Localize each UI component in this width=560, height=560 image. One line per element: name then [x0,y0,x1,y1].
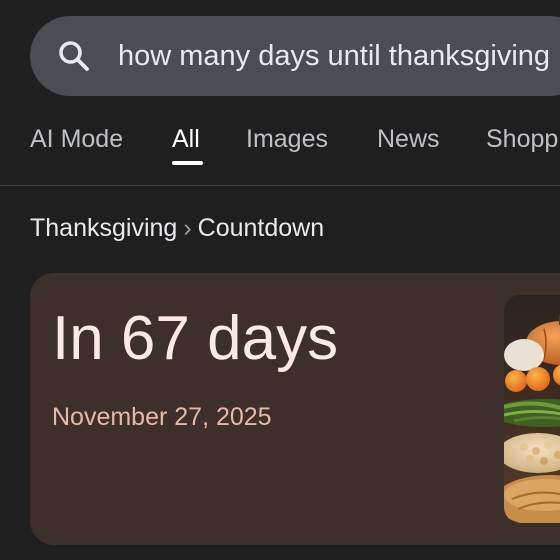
countdown-headline: In 67 days [52,304,339,373]
breadcrumb-root[interactable]: Thanksgiving [30,214,177,242]
search-results-page: how many days until thanksgiving AI Mode… [0,0,560,560]
tab-ai-mode[interactable]: AI Mode [30,124,123,154]
search-icon[interactable] [56,38,92,74]
breadcrumb: Thanksgiving › Countdown [30,212,324,244]
breadcrumb-current: Countdown [197,214,325,242]
thanksgiving-food-image[interactable] [504,295,560,523]
search-bar[interactable]: how many days until thanksgiving [30,16,560,96]
tab-images[interactable]: Images [246,124,328,154]
tab-all[interactable]: All [172,124,200,154]
tab-shopping[interactable]: Shopp [486,124,558,154]
countdown-card[interactable]: In 67 days November 27, 2025 [30,273,560,545]
search-input[interactable]: how many days until thanksgiving [118,38,550,74]
active-tab-indicator [172,161,203,165]
tab-news[interactable]: News [377,124,440,154]
breadcrumb-separator: › [183,214,192,242]
tabs-divider [0,185,560,186]
countdown-date: November 27, 2025 [52,403,272,431]
search-tabs: AI Mode All Images News Shopp [0,110,560,186]
